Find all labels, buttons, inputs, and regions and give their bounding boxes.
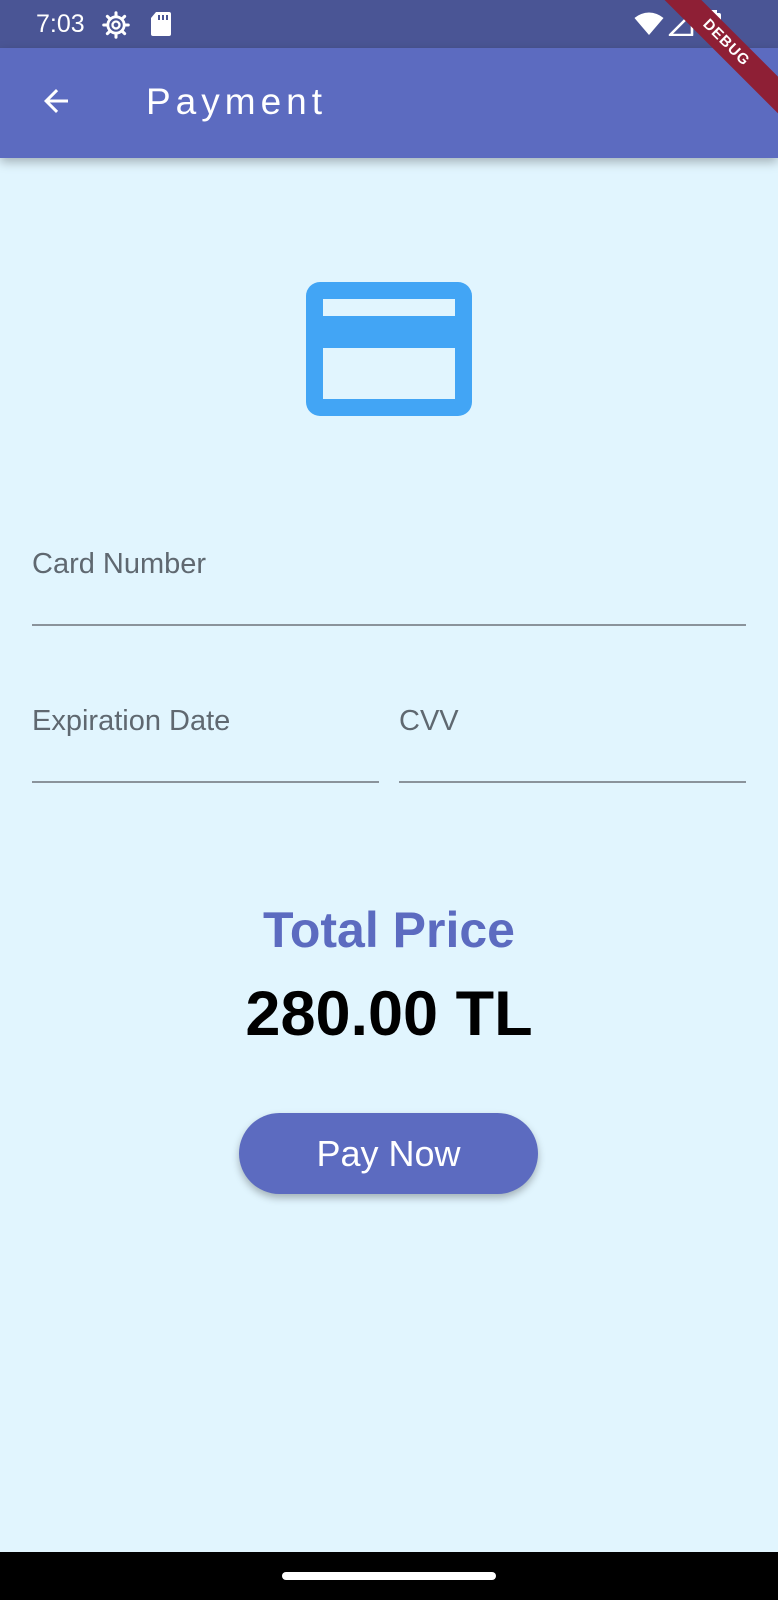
cvv-input[interactable] <box>399 741 746 777</box>
settings-icon <box>102 11 130 44</box>
home-handle[interactable] <box>282 1572 496 1580</box>
payment-screen: 7:03 Payment DEBUG Card Number Expiratio… <box>0 0 778 1600</box>
expiration-date-field[interactable]: Expiration Date <box>32 703 379 783</box>
sd-card-icon <box>150 11 172 42</box>
expiration-date-input[interactable] <box>32 741 379 777</box>
app-bar: Payment <box>0 48 778 158</box>
expiration-date-label: Expiration Date <box>32 705 231 737</box>
status-time: 7:03 <box>36 10 85 38</box>
wifi-icon <box>634 12 664 41</box>
total-price-value: 280.00 TL <box>245 979 533 1049</box>
back-button[interactable] <box>28 75 84 131</box>
page-title: Payment <box>146 81 328 122</box>
signal-icon <box>668 11 694 41</box>
cvv-label: CVV <box>399 705 459 737</box>
battery-icon <box>704 10 722 43</box>
card-number-field[interactable]: Card Number <box>32 546 746 626</box>
total-price-label: Total Price <box>263 902 515 958</box>
cvv-field[interactable]: CVV <box>399 703 746 783</box>
credit-card-icon <box>306 282 472 416</box>
navigation-bar <box>0 1552 778 1600</box>
card-number-label: Card Number <box>32 548 207 580</box>
status-bar: 7:03 <box>0 0 778 48</box>
card-number-input[interactable] <box>32 584 746 620</box>
arrow-back-icon <box>38 83 74 124</box>
pay-now-button[interactable]: Pay Now <box>239 1113 538 1194</box>
